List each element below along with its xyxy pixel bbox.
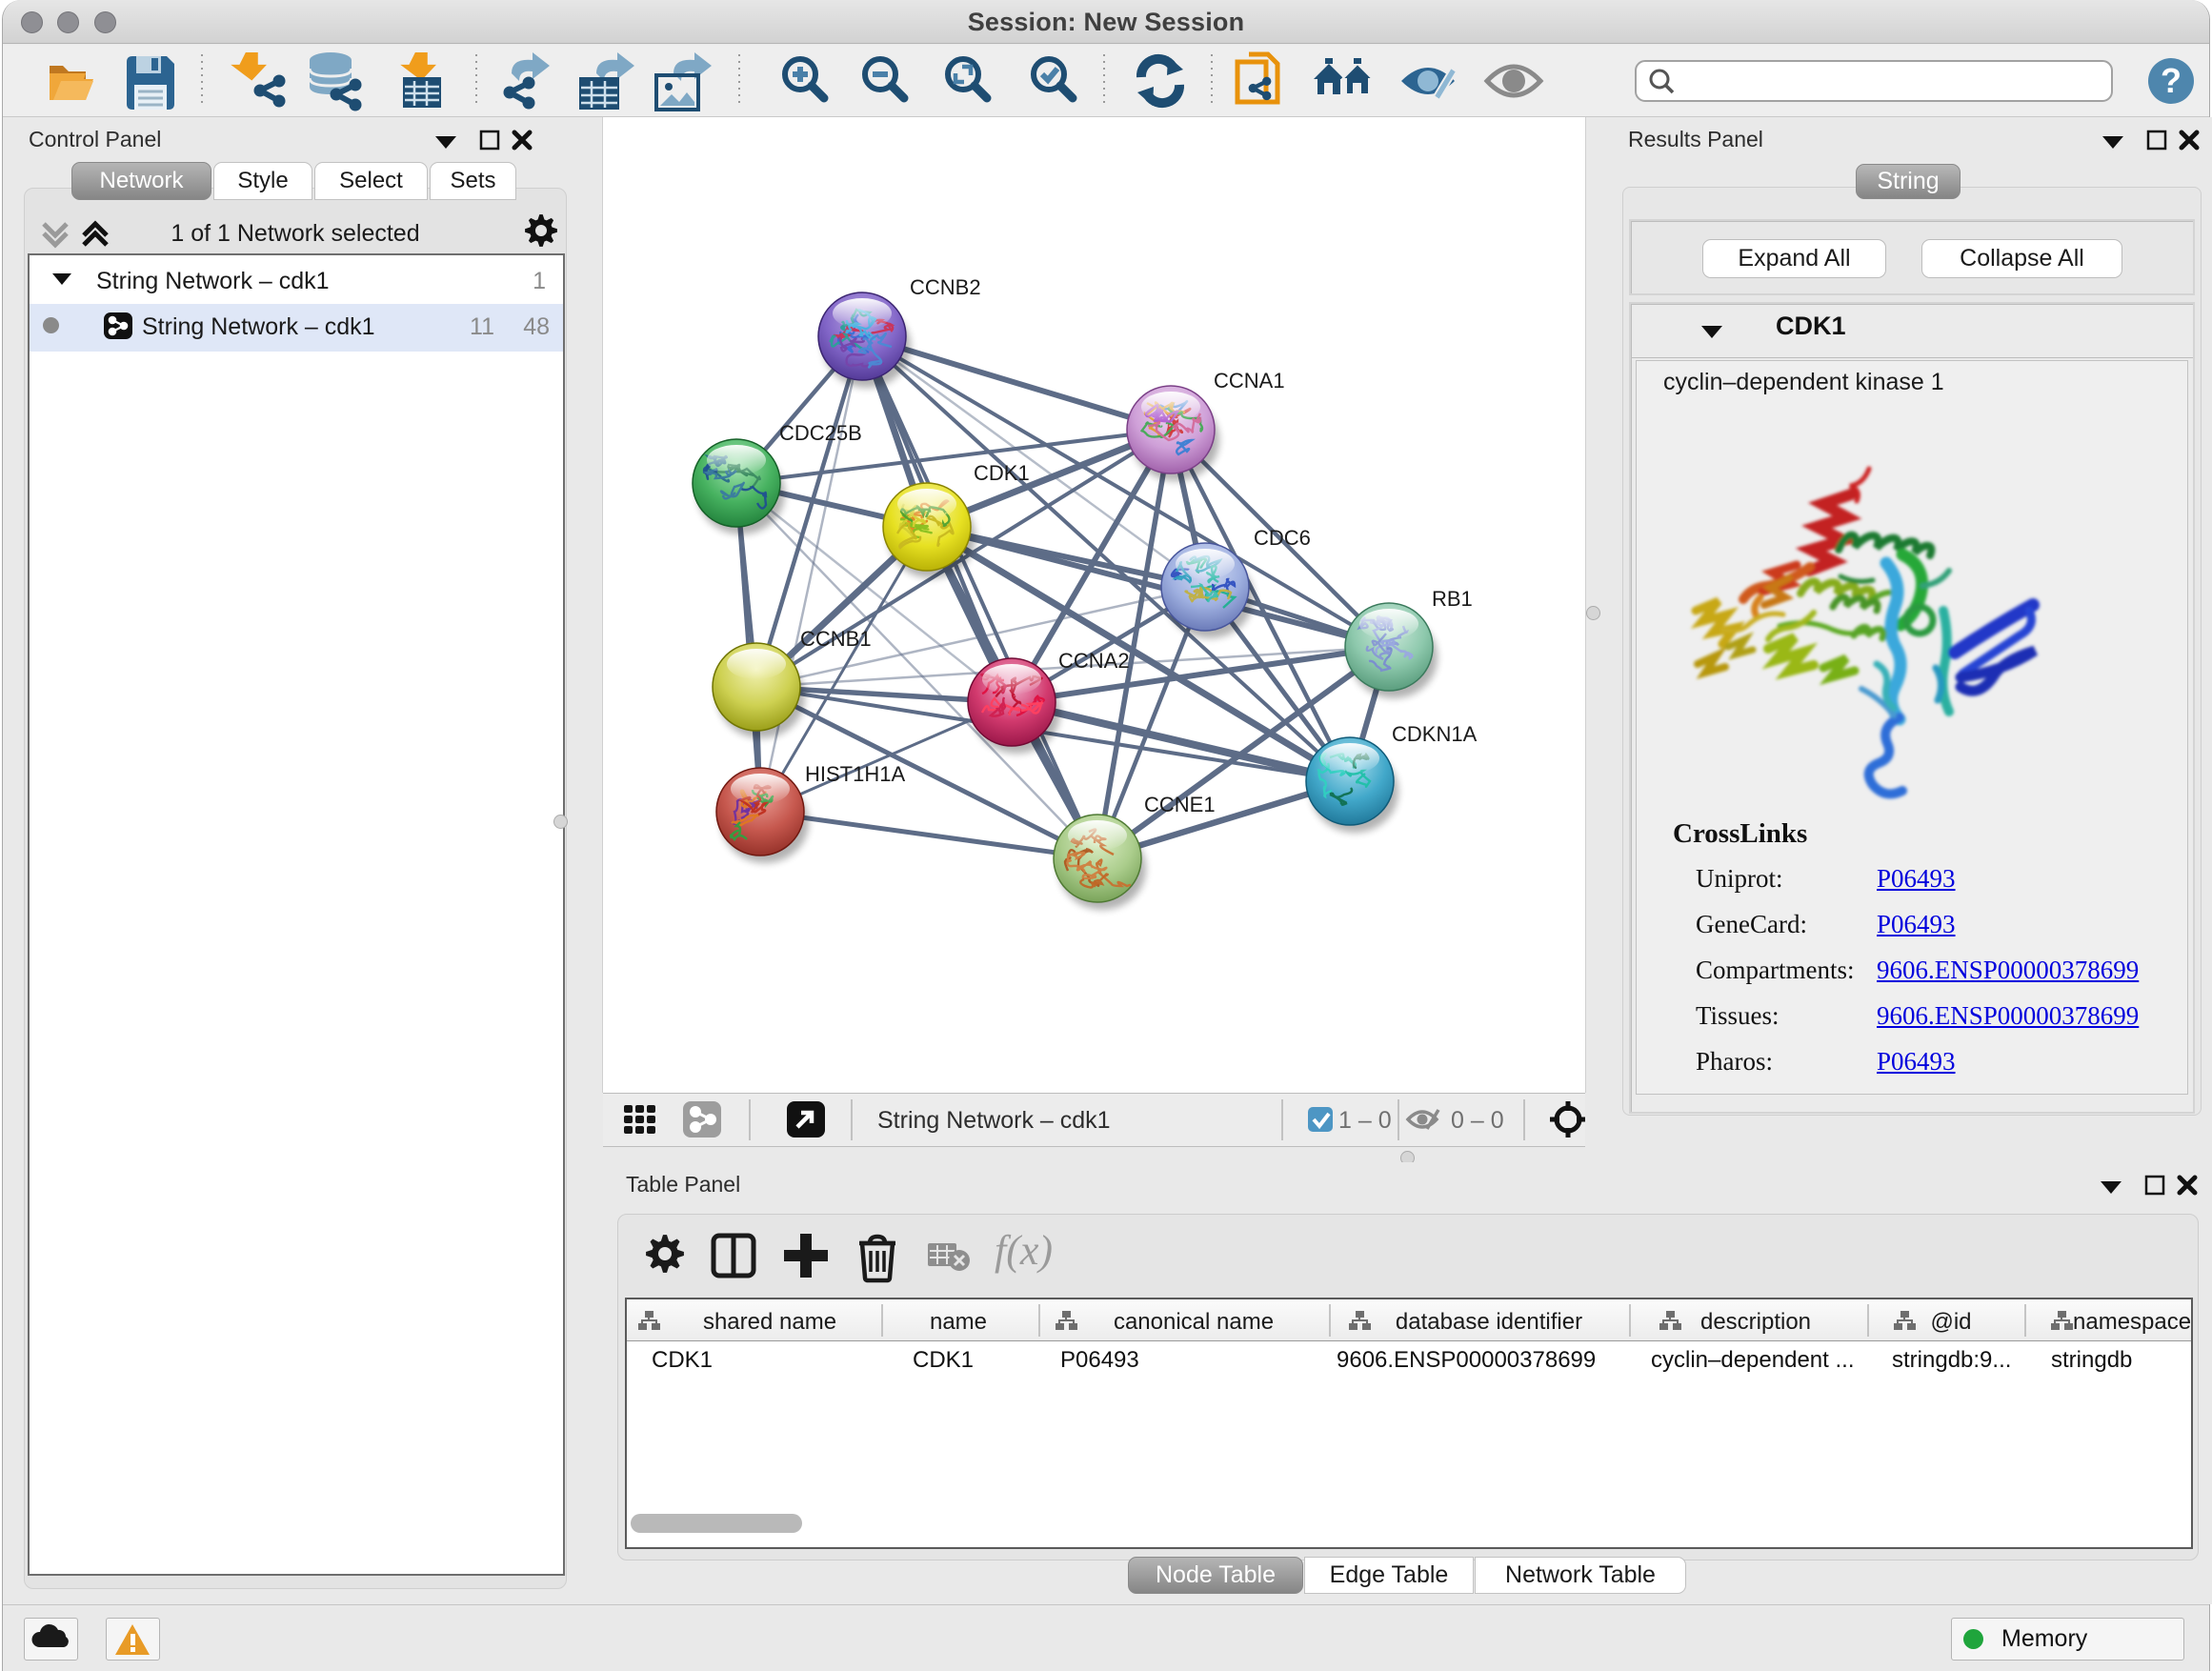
svg-text:canonical name: canonical name: [1114, 1309, 1274, 1335]
svg-text:CDC25B: CDC25B: [779, 421, 862, 445]
svg-text:@id: @id: [1930, 1309, 1971, 1335]
svg-text:RB1: RB1: [1432, 587, 1473, 611]
svg-text:CDK1: CDK1: [974, 461, 1030, 485]
svg-text:name: name: [930, 1309, 987, 1335]
svg-text:0 – 0: 0 – 0: [1451, 1107, 1504, 1134]
svg-text:CDKN1A: CDKN1A: [1392, 722, 1478, 746]
svg-text:CCNA1: CCNA1: [1214, 369, 1285, 393]
svg-text:CCNE1: CCNE1: [1144, 793, 1216, 816]
svg-text:f(x): f(x): [995, 1227, 1053, 1274]
svg-text:CCNB2: CCNB2: [910, 275, 981, 299]
svg-text:String Network – cdk1: String Network – cdk1: [877, 1107, 1111, 1134]
svg-text:?: ?: [2161, 61, 2182, 100]
svg-text:1 – 0: 1 – 0: [1338, 1107, 1392, 1134]
svg-text:namespace: namespace: [2073, 1309, 2191, 1335]
svg-text:HIST1H1A: HIST1H1A: [805, 762, 905, 786]
svg-text:CCNB1: CCNB1: [800, 627, 872, 651]
svg-text:CDC6: CDC6: [1254, 526, 1311, 550]
svg-text:database identifier: database identifier: [1396, 1309, 1582, 1335]
svg-text:description: description: [1700, 1309, 1811, 1335]
svg-text:shared name: shared name: [703, 1309, 836, 1335]
svg-text:CCNA2: CCNA2: [1058, 649, 1130, 673]
